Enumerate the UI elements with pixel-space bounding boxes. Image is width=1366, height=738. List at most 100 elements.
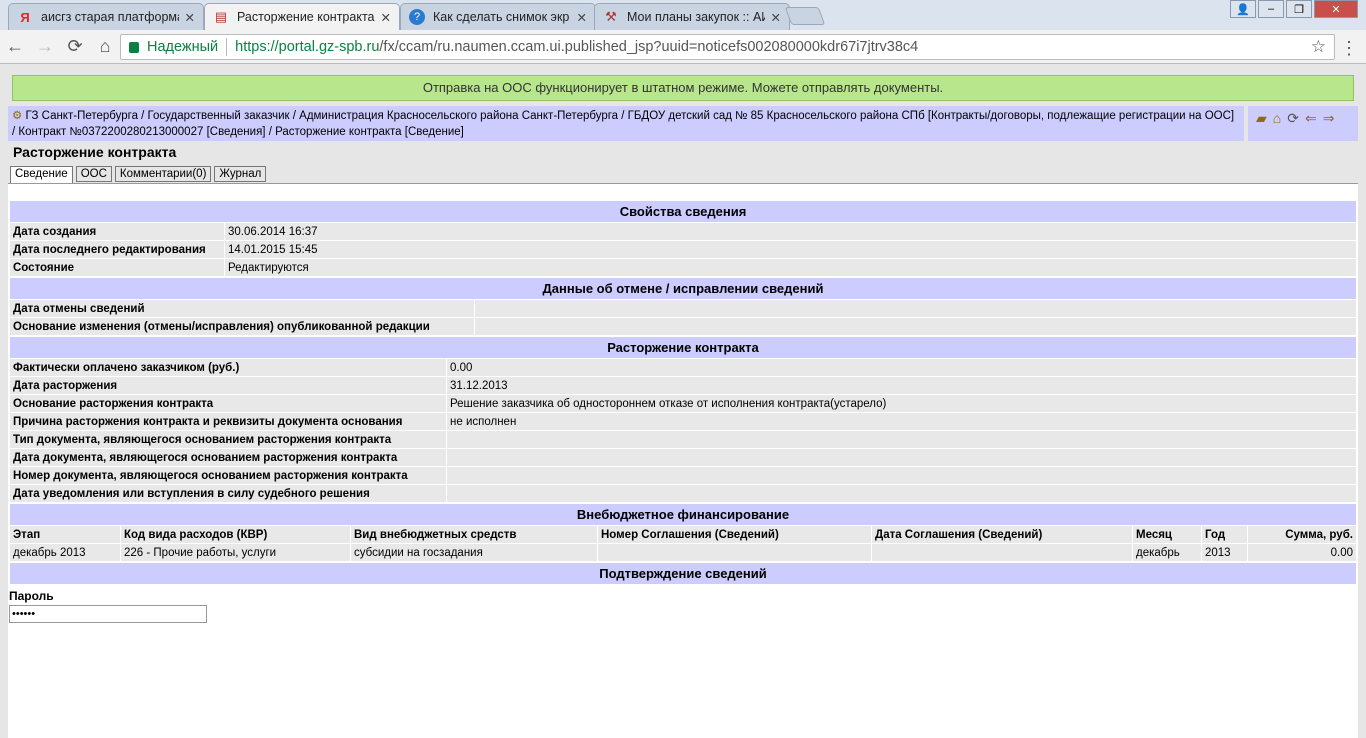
- password-input[interactable]: ••••••: [9, 605, 207, 623]
- field-label: Дата уведомления или вступления в силу с…: [9, 484, 447, 503]
- tab-svedenie[interactable]: Сведение: [10, 166, 73, 184]
- column-header[interactable]: Сумма, руб.: [1247, 525, 1357, 544]
- content-panel: Свойства сведения Дата создания 30.06.201…: [8, 183, 1358, 738]
- field-label: Причина расторжения контракта и реквизит…: [9, 412, 447, 431]
- field-label: Номер документа, являющегося основанием …: [9, 466, 447, 485]
- table-row: Дата уведомления или вступления в силу с…: [9, 484, 1357, 503]
- field-label: Дата последнего редактирования: [9, 240, 225, 259]
- field-label: Фактически оплачено заказчиком (руб.): [9, 358, 447, 377]
- user-icon[interactable]: 👤: [1230, 0, 1256, 18]
- table-row: Основание расторжения контракта Решение з…: [9, 394, 1357, 413]
- table-cell: декабрь: [1132, 543, 1202, 562]
- field-value: Редактируются: [224, 258, 1357, 277]
- star-icon[interactable]: ☆: [1311, 37, 1326, 57]
- refresh-icon[interactable]: ⟳: [1287, 110, 1299, 137]
- column-header[interactable]: Этап: [9, 525, 121, 544]
- field-label: Дата отмены сведений: [9, 299, 475, 318]
- folder-icon[interactable]: ▰: [1256, 110, 1267, 137]
- yandex-icon: Я: [20, 9, 30, 25]
- tab-comments[interactable]: Комментарии(0): [114, 166, 212, 182]
- back-icon[interactable]: ←: [0, 36, 30, 57]
- column-header[interactable]: Дата Соглашения (Сведений): [871, 525, 1133, 544]
- column-header[interactable]: Месяц: [1132, 525, 1202, 544]
- forward-icon[interactable]: →: [30, 36, 60, 57]
- breadcrumb: ⚙ ГЗ Санкт-Петербурга / Государственный …: [8, 106, 1244, 141]
- home-icon[interactable]: ⌂: [90, 36, 120, 57]
- finance-table: Внебюджетное финансирование Этап Код вида…: [9, 503, 1357, 562]
- field-value: [474, 317, 1357, 336]
- field-label: Основание расторжения контракта: [9, 394, 447, 413]
- page: Отправка на ООС функционирует в штатном …: [8, 65, 1358, 738]
- table-row: Причина расторжения контракта и реквизит…: [9, 412, 1357, 431]
- table-cell: субсидии на госзадания: [350, 543, 598, 562]
- table-row: Тип документа, являющегося основанием ра…: [9, 430, 1357, 449]
- tab-oos[interactable]: ООС: [75, 166, 112, 182]
- table-cell: [597, 543, 872, 562]
- field-value: 31.12.2013: [446, 376, 1357, 395]
- close-icon[interactable]: ✕: [185, 10, 195, 25]
- table-header-row: Этап Код вида расходов (КВР) Вид внебюджет…: [9, 525, 1357, 544]
- table-row: Дата документа, являющегося основанием р…: [9, 448, 1357, 467]
- tools-icon: ⚒: [605, 9, 617, 24]
- column-header[interactable]: Код вида расходов (КВР): [120, 525, 351, 544]
- maximize-button[interactable]: ❐: [1286, 0, 1312, 18]
- table-row: Дата отмены сведений: [9, 299, 1357, 318]
- table-row: Номер документа, являющегося основанием …: [9, 466, 1357, 485]
- minimize-button[interactable]: –: [1258, 0, 1284, 18]
- arrow-left-icon[interactable]: ⇐: [1305, 110, 1317, 137]
- arrow-right-icon[interactable]: ⇒: [1323, 110, 1335, 137]
- field-label: Основание изменения (отмены/исправления)…: [9, 317, 475, 336]
- page-title: Расторжение контракта: [13, 144, 177, 160]
- tab-journal[interactable]: Журнал: [214, 166, 267, 182]
- lock-icon: [129, 41, 139, 53]
- password-label: Пароль: [9, 589, 54, 603]
- reload-icon[interactable]: ⟳: [60, 36, 90, 57]
- table-cell: [871, 543, 1133, 562]
- table-row: Дата последнего редактирования 14.01.2015…: [9, 240, 1357, 259]
- field-value: [474, 299, 1357, 318]
- close-icon[interactable]: ✕: [381, 10, 391, 25]
- browser-tabstrip: Яаисгз старая платформа ✕ ▤ Расторжение ко…: [0, 0, 1366, 30]
- section-header: Расторжение контракта: [9, 336, 1357, 359]
- url[interactable]: https://portal.gz-spb.ru/fx/ccam/ru.naum…: [235, 39, 918, 55]
- close-icon[interactable]: ✕: [771, 10, 781, 25]
- close-icon[interactable]: ✕: [577, 10, 587, 25]
- termination-table: Расторжение контракта Фактически оплачен…: [9, 336, 1357, 503]
- field-value: 14.01.2015 15:45: [224, 240, 1357, 259]
- table-row: Фактически оплачено заказчиком (руб.) 0.0…: [9, 358, 1357, 377]
- table-row: Дата создания 30.06.2014 16:37: [9, 222, 1357, 241]
- table-cell: 0.00: [1247, 543, 1357, 562]
- field-label: Тип документа, являющегося основанием ра…: [9, 430, 447, 449]
- browser-tab-active[interactable]: ▤ Расторжение контракта ✕: [204, 3, 400, 30]
- field-value: [446, 466, 1357, 485]
- field-label: Дата создания: [9, 222, 225, 241]
- column-header[interactable]: Вид внебюджетных средств: [350, 525, 598, 544]
- section-header: Подтверждение сведений: [9, 562, 1357, 585]
- table-cell: декабрь 2013: [9, 543, 121, 562]
- table-row[interactable]: декабрь 2013 226 - Прочие работы, услуги с…: [9, 543, 1357, 562]
- field-label: Дата документа, являющегося основанием р…: [9, 448, 447, 467]
- column-header[interactable]: Год: [1201, 525, 1248, 544]
- status-banner: Отправка на ООС функционирует в штатном …: [12, 75, 1354, 101]
- field-value: [446, 448, 1357, 467]
- section-header: Свойства сведения: [9, 200, 1357, 223]
- document-icon: ▤: [214, 9, 228, 24]
- browser-tab[interactable]: Яаисгз старая платформа ✕: [8, 3, 204, 30]
- menu-icon[interactable]: ⋮: [1340, 38, 1358, 59]
- home-icon[interactable]: ⌂: [1273, 110, 1281, 137]
- field-value: [446, 430, 1357, 449]
- browser-tab[interactable]: ⚒ Мои планы закупок :: АИ ✕: [594, 3, 790, 30]
- section-header: Данные об отмене / исправлении сведений: [9, 277, 1357, 300]
- hierarchy-icon[interactable]: ⚙: [12, 110, 26, 122]
- field-value: 30.06.2014 16:37: [224, 222, 1357, 241]
- field-value: [446, 484, 1357, 503]
- help-icon: ?: [409, 9, 425, 25]
- address-bar[interactable]: Надежный https://portal.gz-spb.ru/fx/cca…: [120, 34, 1335, 60]
- column-header[interactable]: Номер Соглашения (Сведений): [597, 525, 872, 544]
- browser-tab[interactable]: ? Как сделать снимок экр ✕: [400, 3, 596, 30]
- table-row: Дата расторжения 31.12.2013: [9, 376, 1357, 395]
- window-close-button[interactable]: ✕: [1314, 0, 1358, 18]
- section-header: Внебюджетное финансирование: [9, 503, 1357, 526]
- cancel-table: Данные об отмене / исправлении сведений …: [9, 277, 1357, 336]
- new-tab-button[interactable]: [784, 7, 826, 25]
